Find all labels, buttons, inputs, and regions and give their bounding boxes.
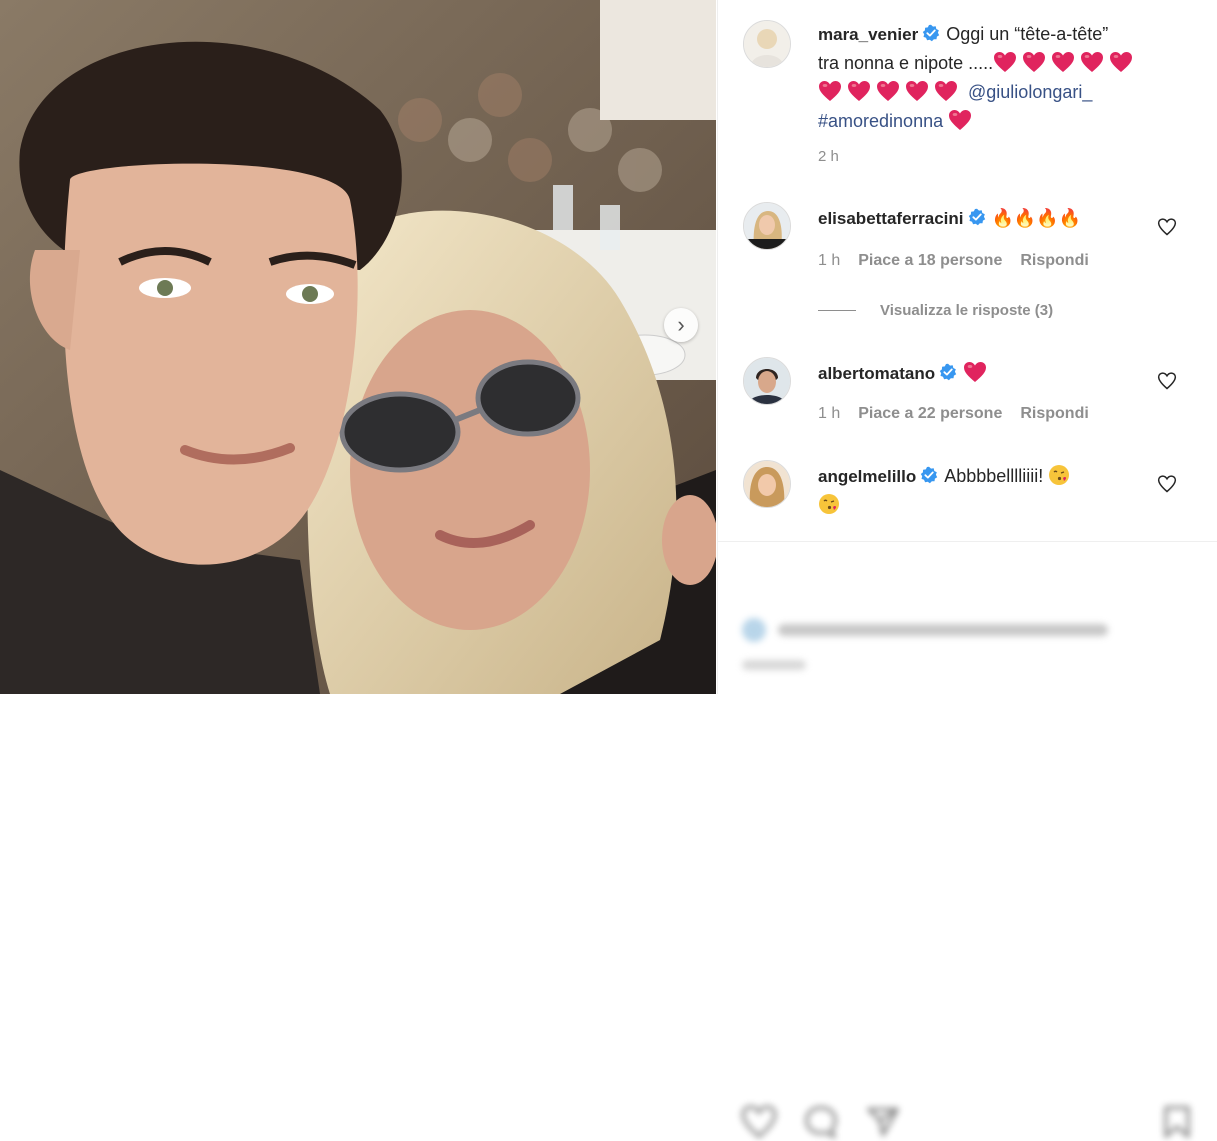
comment-item: albertomatano 1 h Piace a 22 persone Ris… (743, 357, 1203, 437)
verified-badge-icon (939, 363, 957, 381)
comment-text: albertomatano (818, 359, 1148, 388)
verified-badge-icon (968, 208, 986, 226)
comment-body: Abbbbelllliiii! (944, 466, 1044, 486)
red-heart-emoji (818, 80, 842, 102)
author-avatar[interactable] (743, 20, 791, 68)
comment-text: elisabettaferracini 🔥🔥🔥🔥 (818, 204, 1148, 233)
red-heart-emoji (876, 80, 900, 102)
post-caption: mara_venier Oggi un “tête-a-tête” tra non… (818, 20, 1198, 136)
blurred-actions-area (718, 548, 1217, 1140)
red-heart-emoji (934, 80, 958, 102)
comment-meta: 1 h Piace a 18 persone Rispondi (818, 252, 1089, 270)
face-blowing-kiss-emoji (818, 493, 842, 515)
author-username[interactable]: mara_venier (818, 25, 918, 44)
caption-line-1: Oggi un “tête-a-tête” (946, 24, 1109, 44)
comment-time[interactable]: 1 h (818, 252, 840, 270)
comment-likes-count[interactable]: Piace a 18 persone (858, 252, 1002, 270)
heart-outline-icon[interactable] (1157, 371, 1177, 391)
post-photo: › (0, 0, 716, 694)
reply-button[interactable]: Rispondi (1020, 405, 1088, 423)
post-date-placeholder (742, 660, 806, 670)
view-replies-label: Visualizza le risposte (3) (880, 302, 1054, 319)
comment-likes-count[interactable]: Piace a 22 persone (858, 405, 1002, 423)
verified-badge-icon (922, 24, 940, 42)
replies-divider-line (818, 310, 856, 311)
commenter-avatar[interactable] (743, 357, 791, 405)
heart-outline-icon[interactable] (1157, 217, 1177, 237)
bookmark-icon[interactable] (1158, 1103, 1196, 1141)
red-heart-emoji (1022, 51, 1046, 73)
commenter-avatar[interactable] (743, 202, 791, 250)
commenter-avatar[interactable] (743, 460, 791, 508)
fire-emoji: 🔥🔥🔥🔥 (991, 208, 1082, 228)
red-heart-emoji (993, 51, 1017, 73)
heart-outline-icon[interactable] (1157, 474, 1177, 494)
actions-divider (718, 541, 1217, 542)
view-replies-button[interactable]: Visualizza le risposte (3) (818, 302, 1053, 319)
red-heart-emoji (1080, 51, 1104, 73)
red-heart-emoji (1051, 51, 1075, 73)
selfie-illustration (0, 0, 716, 694)
post-side-panel: mara_venier Oggi un “tête-a-tête” tra non… (717, 0, 1217, 1140)
verified-badge-icon (920, 466, 938, 484)
heart-outline-icon[interactable] (740, 1103, 778, 1141)
carousel-next-button[interactable]: › (664, 308, 698, 342)
comment-time[interactable]: 1 h (818, 405, 840, 423)
liked-by-text-placeholder (778, 624, 1108, 636)
commenter-username[interactable]: albertomatano (818, 364, 935, 383)
red-heart-emoji (905, 80, 929, 102)
comment-item: angelmelillo Abbbbelllliiii! (743, 460, 1203, 530)
liked-by-avatar (742, 618, 766, 642)
hashtag-link[interactable]: #amoredinonna (818, 111, 943, 131)
comment-meta: 1 h Piace a 22 persone Rispondi (818, 405, 1089, 423)
red-heart-emoji (963, 361, 987, 383)
comment-icon[interactable] (802, 1103, 840, 1141)
comment-item: elisabettaferracini 🔥🔥🔥🔥 1 h Piace a 18 p… (743, 202, 1203, 302)
share-icon[interactable] (864, 1103, 902, 1141)
comment-text: angelmelillo Abbbbelllliiii! (818, 462, 1148, 520)
commenter-username[interactable]: angelmelillo (818, 467, 916, 486)
reply-button[interactable]: Rispondi (1020, 252, 1088, 270)
mention-link[interactable]: @giuliolongari_ (968, 82, 1092, 102)
chevron-right-icon: › (677, 312, 685, 337)
face-blowing-kiss-emoji (1048, 464, 1072, 486)
red-heart-emoji (1109, 51, 1133, 73)
post-timestamp[interactable]: 2 h (818, 148, 839, 165)
red-heart-emoji (948, 109, 972, 131)
red-heart-emoji (847, 80, 871, 102)
commenter-username[interactable]: elisabettaferracini (818, 209, 964, 228)
caption-line-2: tra nonna e nipote ..... (818, 53, 994, 73)
